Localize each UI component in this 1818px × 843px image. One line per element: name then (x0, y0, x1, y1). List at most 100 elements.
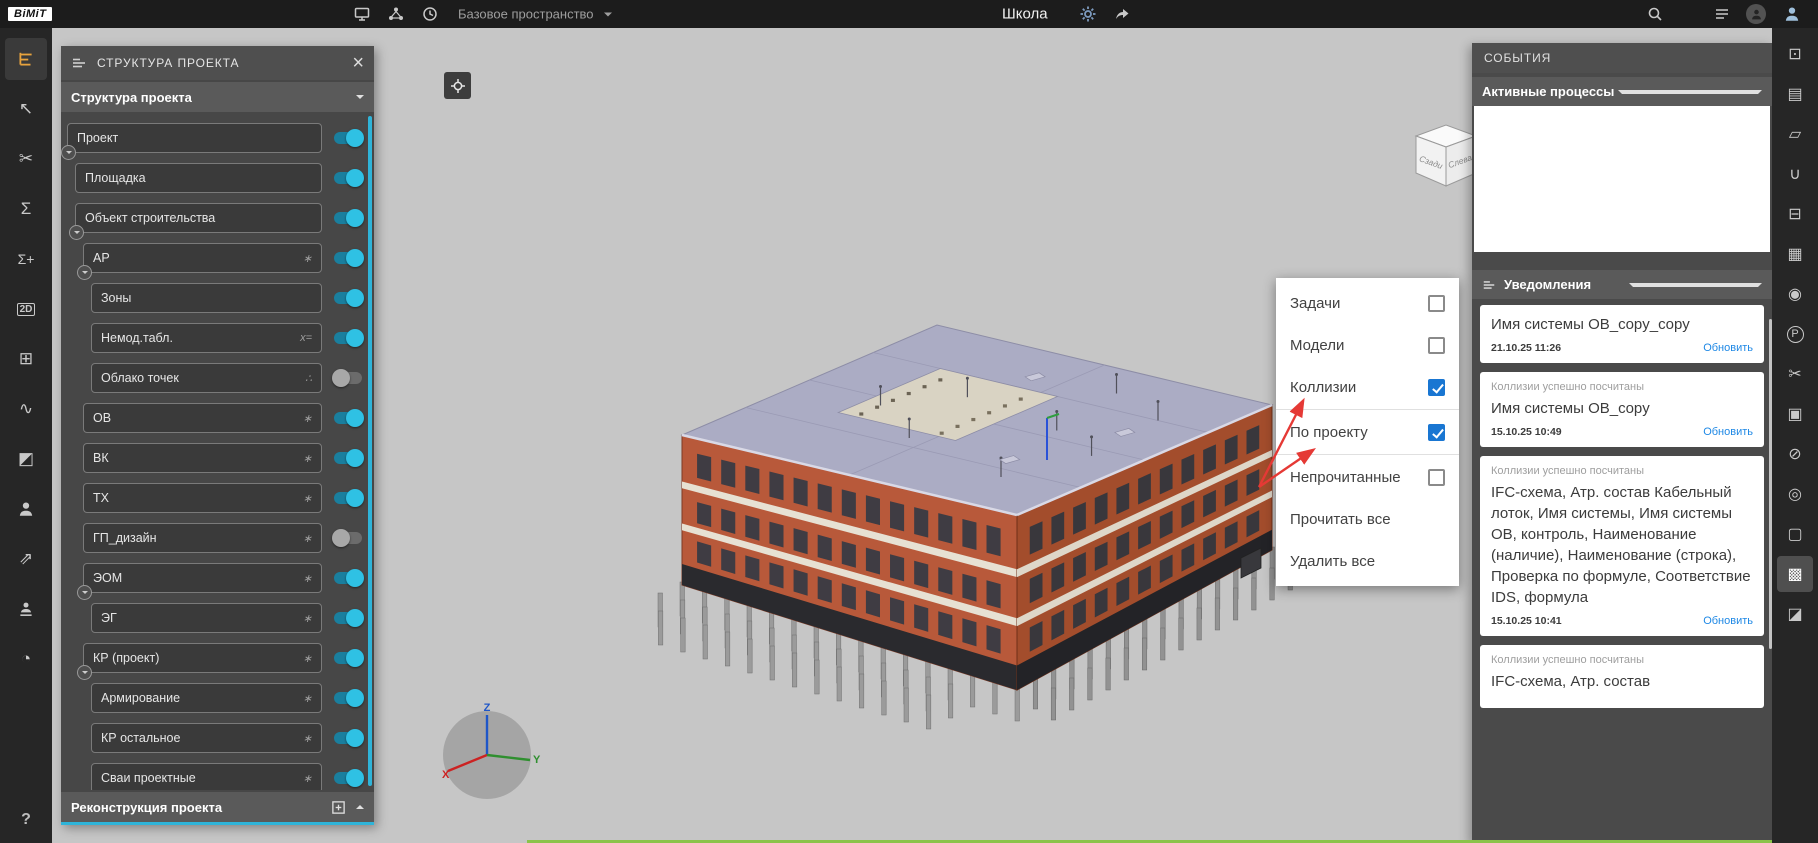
history-button[interactable] (420, 4, 440, 24)
structure-group-header[interactable]: Структура проекта (61, 82, 374, 112)
menu-item-1[interactable]: Модели (1276, 324, 1459, 366)
visibility-toggle[interactable] (334, 572, 362, 584)
focus-selection-button[interactable] (444, 72, 471, 99)
snap-button[interactable]: ∪ (1777, 156, 1813, 192)
panel-menu-icon[interactable] (71, 55, 87, 71)
hide-object-button[interactable]: ⊘ (1777, 436, 1813, 472)
journal-button[interactable]: ⊟ (1777, 196, 1813, 232)
checkbox[interactable] (1428, 424, 1445, 441)
geo-position-button[interactable] (5, 588, 47, 630)
menu-item-3[interactable]: По проекту (1276, 411, 1459, 453)
project-structure-button[interactable] (5, 38, 47, 80)
profile-avatar[interactable] (1782, 4, 1802, 24)
checkbox[interactable] (1428, 295, 1445, 312)
workspace-selector[interactable]: Базовое пространство (458, 7, 612, 22)
tree-item-1[interactable]: Площадка (75, 163, 322, 193)
visibility-toggle[interactable] (334, 332, 362, 344)
sum-button[interactable]: Σ (5, 188, 47, 230)
notifications-header[interactable]: Уведомления (1472, 270, 1772, 299)
close-icon[interactable]: × (352, 53, 364, 73)
graphs-button[interactable]: ∿ (5, 388, 47, 430)
expand-toggle-icon[interactable] (61, 145, 76, 160)
checkbox[interactable] (1428, 469, 1445, 486)
view-modes-button[interactable]: ▤ (1777, 76, 1813, 112)
checkbox[interactable] (1428, 337, 1445, 354)
add-icon[interactable] (331, 800, 346, 815)
menu-item-4[interactable]: Непрочитанные (1276, 456, 1459, 498)
screenshot-button[interactable]: ⊡ (1777, 36, 1813, 72)
tree-item-6[interactable]: Облако точек∴ (91, 363, 322, 393)
show-hidden-button[interactable]: ◎ (1777, 476, 1813, 512)
plans-button[interactable]: P (1777, 316, 1813, 352)
section-plane-button[interactable]: ◪ (1777, 596, 1813, 632)
point-button[interactable]: ◉ (1777, 276, 1813, 312)
visibility-toggle[interactable] (334, 212, 362, 224)
expand-toggle-icon[interactable] (77, 585, 92, 600)
axis-gizmo[interactable]: Z X Y (433, 699, 541, 807)
app-logo[interactable]: BiMiT (8, 7, 52, 21)
measure-button[interactable]: ▱ (1777, 116, 1813, 152)
tree-item-12[interactable]: ЭГ∗ (91, 603, 322, 633)
menu-item-2[interactable]: Коллизии (1276, 366, 1459, 408)
visibility-toggle[interactable] (334, 292, 362, 304)
tree-scrollbar[interactable] (368, 116, 372, 786)
menu-item-6[interactable]: Удалить все (1276, 540, 1459, 582)
tree-item-0[interactable]: Проект (67, 123, 322, 153)
update-link[interactable]: Обновить (1703, 426, 1753, 438)
visibility-toggle[interactable] (334, 492, 362, 504)
expand-toggle-icon[interactable] (69, 225, 84, 240)
spaces-button[interactable] (352, 4, 372, 24)
box-select-button[interactable]: ▣ (1777, 396, 1813, 432)
tree-item-13[interactable]: КР (проект)∗ (83, 643, 322, 673)
tree-item-3[interactable]: АР∗ (83, 243, 322, 273)
tree-item-9[interactable]: ТХ∗ (83, 483, 322, 513)
account-circle-button[interactable] (1746, 4, 1766, 24)
visibility-toggle[interactable] (334, 252, 362, 264)
tree-item-11[interactable]: ЭОМ∗ (83, 563, 322, 593)
visibility-toggle[interactable] (334, 452, 362, 464)
visibility-toggle[interactable] (334, 652, 362, 664)
tree-item-10[interactable]: ГП_дизайн∗ (83, 523, 322, 553)
expand-toggle-icon[interactable] (77, 665, 92, 680)
visibility-toggle[interactable] (334, 692, 362, 704)
plugins-button[interactable]: ◩ (5, 438, 47, 480)
visibility-toggle[interactable] (334, 532, 362, 544)
visibility-toggle[interactable] (334, 172, 362, 184)
expand-toggle-icon[interactable] (77, 265, 92, 280)
menu-item-0[interactable]: Задачи (1276, 282, 1459, 324)
modules-button[interactable]: ⊞ (5, 338, 47, 380)
collaboration-button[interactable] (5, 488, 47, 530)
building-model[interactable] (647, 290, 1317, 800)
tree-item-4[interactable]: Зоны (91, 283, 322, 313)
tree-item-16[interactable]: Сваи проектные∗ (91, 763, 322, 790)
selection-frame-button[interactable]: ▢ (1777, 516, 1813, 552)
clip-button[interactable]: ✂ (1777, 356, 1813, 392)
collaboration-button[interactable] (386, 4, 406, 24)
clip-box-button[interactable]: ▩ (1777, 556, 1813, 592)
visibility-toggle[interactable] (334, 772, 362, 784)
tree-item-2[interactable]: Объект строительства (75, 203, 322, 233)
notifications-menu-icon[interactable] (1482, 278, 1496, 292)
visibility-toggle[interactable] (334, 132, 362, 144)
settings-button[interactable] (1078, 4, 1098, 24)
sum-plus-button[interactable]: Σ+ (5, 238, 47, 280)
checkbox[interactable] (1428, 379, 1445, 396)
tree-item-5[interactable]: Немод.табл.x= (91, 323, 322, 353)
clip-split-button[interactable]: ✂ (5, 138, 47, 180)
update-link[interactable]: Обновить (1703, 342, 1753, 354)
view-2d-button[interactable]: 2D (5, 288, 47, 330)
export-button[interactable]: ⇗ (5, 538, 47, 580)
tree-item-7[interactable]: ОВ∗ (83, 403, 322, 433)
visibility-toggle[interactable] (334, 612, 362, 624)
visibility-toggle[interactable] (334, 732, 362, 744)
tree-item-14[interactable]: Армирование∗ (91, 683, 322, 713)
tree-item-8[interactable]: ВК∗ (83, 443, 322, 473)
grid-button[interactable]: ▦ (1777, 236, 1813, 272)
dashboard-button[interactable]: ◔ (5, 638, 47, 680)
visibility-toggle[interactable] (334, 412, 362, 424)
menu-item-5[interactable]: Прочитать все (1276, 498, 1459, 540)
help-button[interactable]: ? (21, 811, 31, 829)
tree-item-15[interactable]: КР остальное∗ (91, 723, 322, 753)
visibility-toggle[interactable] (334, 372, 362, 384)
reconstruction-section[interactable]: Реконструкция проекта (61, 792, 374, 822)
